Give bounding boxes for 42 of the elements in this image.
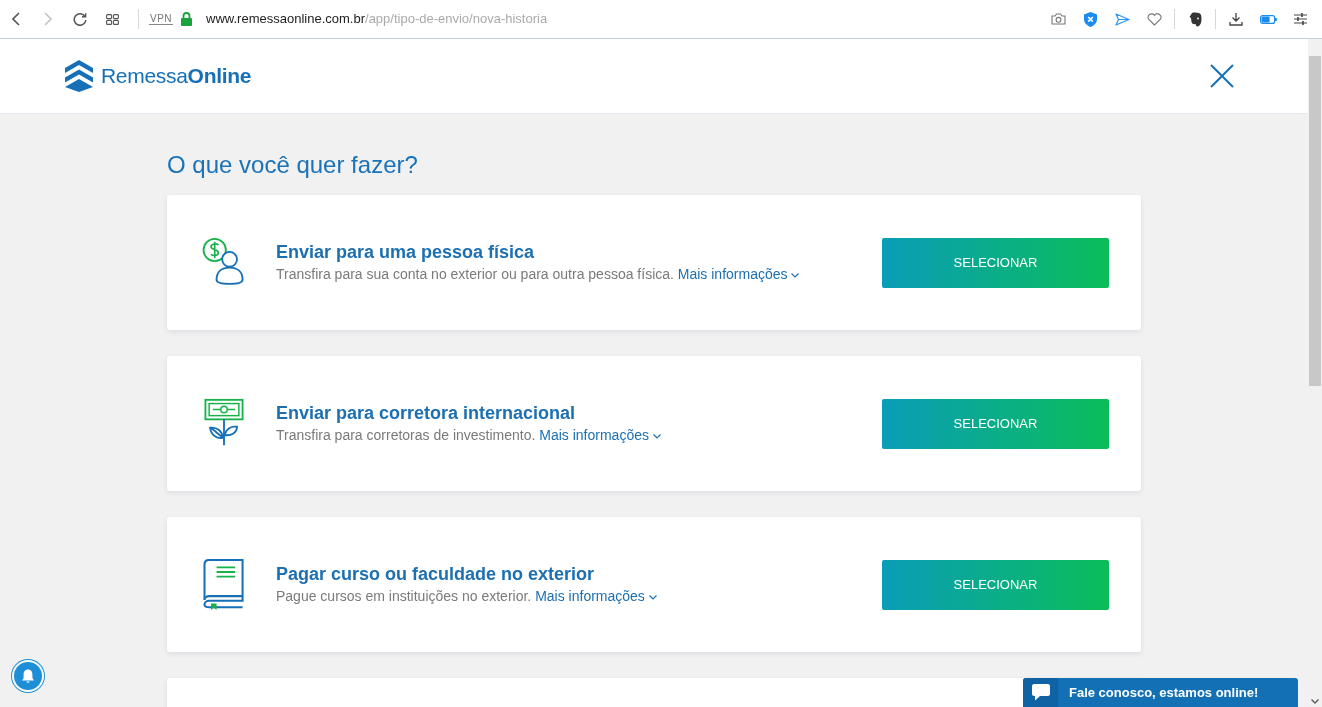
sliders-icon	[1293, 13, 1307, 25]
reload-icon	[73, 12, 87, 26]
more-info-link[interactable]: Mais informações	[535, 588, 657, 604]
elephant-icon	[1188, 11, 1202, 27]
more-info-link[interactable]: Mais informações	[677, 266, 800, 282]
heart-icon	[1146, 12, 1162, 26]
scrollbar[interactable]	[1308, 39, 1322, 707]
download-icon	[1229, 12, 1243, 26]
close-icon	[1210, 64, 1234, 88]
logo-text: RemessaOnline	[101, 63, 252, 90]
option-title: Pagar curso ou faculdade no exterior	[276, 563, 596, 585]
option-description: Transfira para corretoras de investimento. Mais informações	[276, 425, 661, 445]
close-button[interactable]	[1209, 63, 1235, 89]
chevron-down-icon	[652, 433, 661, 439]
bell-icon	[21, 668, 35, 684]
battery-icon	[1259, 14, 1277, 24]
option-description: Pague cursos em instituições no exterior. Mais informações	[276, 586, 657, 606]
lock-icon	[181, 12, 193, 26]
logo-icon	[65, 60, 93, 92]
shield-icon	[1083, 11, 1097, 27]
chevron-down-icon	[648, 594, 657, 600]
forward-icon	[44, 12, 52, 26]
url-text[interactable]: www.remessaonline.com.br/app/tipo-de-envio/nova-historia	[206, 9, 548, 29]
vpn-label[interactable]: VPN	[149, 13, 174, 25]
notification-button[interactable]	[12, 660, 44, 692]
scroll-down-icon[interactable]	[1311, 699, 1319, 704]
option-description: Transfira para sua conta no exterior ou para outra pessoa física. Mais informações	[276, 264, 800, 284]
chevron-down-icon	[791, 272, 800, 278]
send-icon	[1114, 12, 1130, 26]
select-button[interactable]: SELECIONAR	[882, 237, 1109, 288]
back-icon	[12, 12, 20, 26]
option-title: Enviar para uma pessoa física	[276, 241, 536, 263]
page-heading: O que você quer fazer?	[167, 151, 419, 179]
option-title: Enviar para corretora internacional	[276, 402, 577, 424]
more-info-link[interactable]: Mais informações	[539, 427, 661, 443]
camera-icon	[1050, 13, 1066, 25]
scrollbar-thumb[interactable]	[1309, 56, 1321, 386]
grid-icon	[105, 13, 119, 25]
chat-bubble-icon	[1031, 684, 1050, 701]
chat-button[interactable]: Fale conosco, estamos online!	[1023, 678, 1298, 707]
select-button[interactable]: SELECIONAR	[882, 398, 1109, 449]
select-button[interactable]: SELECIONAR	[882, 559, 1109, 610]
